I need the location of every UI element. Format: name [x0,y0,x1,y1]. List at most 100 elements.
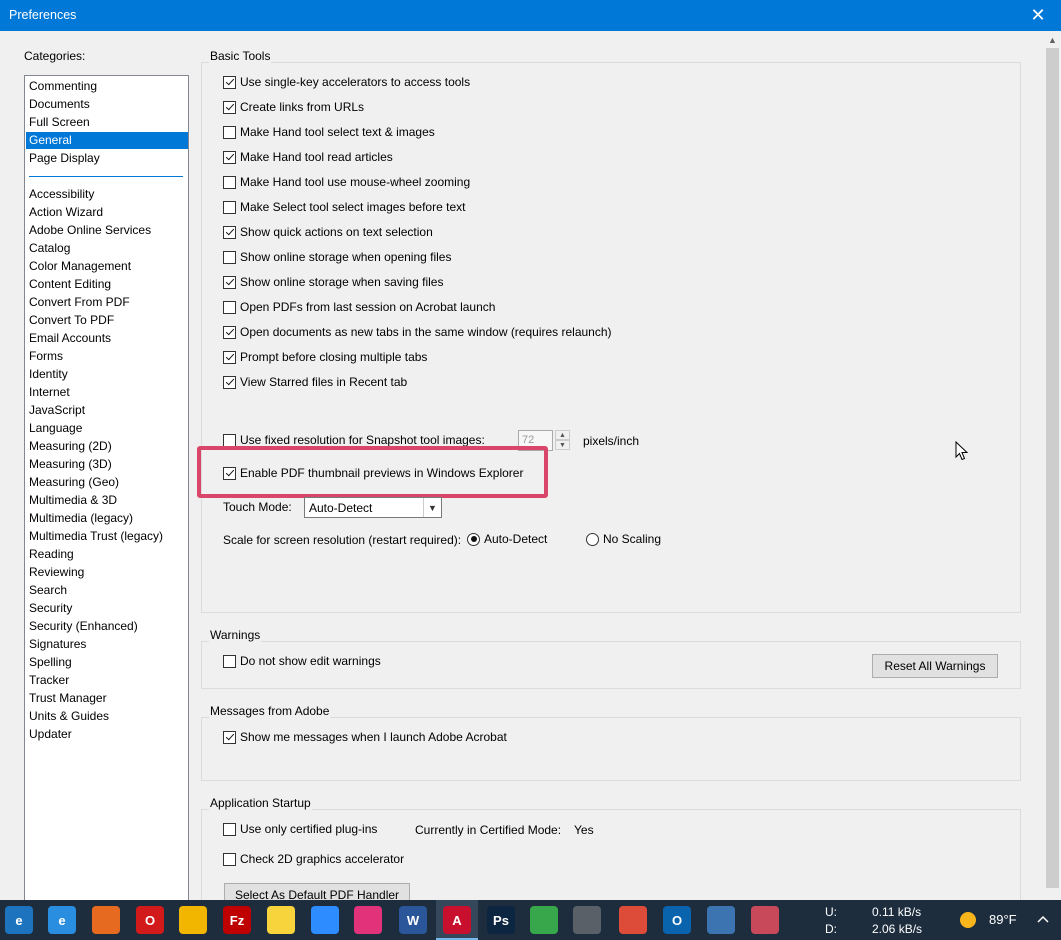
checkbox-checked-icon[interactable] [223,350,236,364]
basic-option-checkbox[interactable]: View Starred files in Recent tab [223,374,407,390]
fixed-resolution-box[interactable] [223,433,236,447]
sticky-notes-icon[interactable] [267,906,295,934]
checkbox-checked-icon[interactable] [223,100,236,114]
creative-cloud-icon[interactable] [354,906,382,934]
outlook-icon[interactable]: O [663,906,691,934]
category-signatures[interactable]: Signatures [26,636,188,653]
category-documents[interactable]: Documents [26,96,188,113]
basic-option-checkbox[interactable]: Create links from URLs [223,99,364,115]
category-email-accounts[interactable]: Email Accounts [26,330,188,347]
reset-warnings-button[interactable]: Reset All Warnings [872,654,998,678]
category-action-wizard[interactable]: Action Wizard [26,204,188,221]
category-reading[interactable]: Reading [26,546,188,563]
basic-option-checkbox[interactable]: Make Hand tool select text & images [223,124,435,140]
category-javascript[interactable]: JavaScript [26,402,188,419]
opera-icon[interactable]: O [136,906,164,934]
close-icon[interactable]: ✕ [1015,0,1061,31]
category-adobe-online-services[interactable]: Adobe Online Services [26,222,188,239]
checkbox-checked-icon[interactable] [223,325,236,339]
category-content-editing[interactable]: Content Editing [26,276,188,293]
weather-temperature[interactable]: 89°F [989,912,1017,927]
basic-option-checkbox[interactable]: Show quick actions on text selection [223,224,433,240]
checkbox-checked-icon[interactable] [223,225,236,239]
edit-warnings-box[interactable] [223,654,236,668]
category-trust-manager[interactable]: Trust Manager [26,690,188,707]
category-multimedia-legacy[interactable]: Multimedia (legacy) [26,510,188,527]
radio-unselected-icon[interactable] [586,532,599,546]
touch-mode-select[interactable]: Auto-Detect ▼ [304,497,442,518]
scale-auto-radio[interactable]: Auto-Detect [467,531,547,547]
resolution-spinner[interactable]: ▲ ▼ [555,430,570,451]
chrome-icon[interactable] [619,906,647,934]
category-accessibility[interactable]: Accessibility [26,186,188,203]
certified-plugins-box[interactable] [223,822,236,836]
category-search[interactable]: Search [26,582,188,599]
checkbox-unchecked-icon[interactable] [223,175,236,189]
category-units-guides[interactable]: Units & Guides [26,708,188,725]
basic-option-checkbox[interactable]: Make Select tool select images before te… [223,199,465,215]
category-language[interactable]: Language [26,420,188,437]
graphics-accelerator-box[interactable] [223,852,236,866]
categories-list[interactable]: Commenting Documents Full Screen General Pag… [24,75,189,905]
graphics-accelerator-checkbox[interactable]: Check 2D graphics accelerator [223,851,404,867]
checkbox-checked-icon[interactable] [223,75,236,89]
word-icon[interactable]: W [399,906,427,934]
audio-tool-icon[interactable] [707,906,735,934]
category-measuring-3d[interactable]: Measuring (3D) [26,456,188,473]
sun-icon[interactable] [958,910,978,930]
edge-icon[interactable]: e [48,906,76,934]
category-security[interactable]: Security [26,600,188,617]
certified-plugins-checkbox[interactable]: Use only certified plug-ins [223,821,377,837]
category-multimedia-trust-legacy[interactable]: Multimedia Trust (legacy) [26,528,188,545]
default-handler-button[interactable]: Select As Default PDF Handler [224,883,410,902]
checkbox-unchecked-icon[interactable] [223,200,236,214]
category-measuring-geo[interactable]: Measuring (Geo) [26,474,188,491]
edit-warnings-checkbox[interactable]: Do not show edit warnings [223,653,381,669]
filezilla-icon[interactable]: Fz [223,906,251,934]
basic-option-checkbox[interactable]: Show online storage when opening files [223,249,451,265]
basic-option-checkbox[interactable]: Make Hand tool use mouse-wheel zooming [223,174,470,190]
category-updater[interactable]: Updater [26,726,188,743]
firefox-icon[interactable] [92,906,120,934]
recorder-icon[interactable] [751,906,779,934]
category-identity[interactable]: Identity [26,366,188,383]
spin-up-icon[interactable]: ▲ [555,430,570,440]
category-full-screen[interactable]: Full Screen [26,114,188,131]
category-commenting[interactable]: Commenting [26,78,188,95]
speaker-icon[interactable] [573,906,601,934]
edge-beta-icon[interactable] [530,906,558,934]
scroll-up-icon[interactable]: ▲ [1044,31,1061,48]
adobe-messages-checkbox[interactable]: Show me messages when I launch Adobe Acr… [223,729,507,745]
category-convert-to-pdf[interactable]: Convert To PDF [26,312,188,329]
acrobat-icon[interactable]: A [443,906,471,934]
category-tracker[interactable]: Tracker [26,672,188,689]
category-measuring-2d[interactable]: Measuring (2D) [26,438,188,455]
basic-option-checkbox[interactable]: Prompt before closing multiple tabs [223,349,427,365]
adobe-messages-box[interactable] [223,730,236,744]
category-general[interactable]: General [26,132,188,149]
category-reviewing[interactable]: Reviewing [26,564,188,581]
basic-option-checkbox[interactable]: Make Hand tool read articles [223,149,393,165]
internet-explorer-icon[interactable]: e [5,906,33,934]
checkbox-unchecked-icon[interactable] [223,125,236,139]
checkbox-checked-icon[interactable] [223,150,236,164]
category-convert-from-pdf[interactable]: Convert From PDF [26,294,188,311]
scroll-thumb[interactable] [1046,48,1059,888]
checkbox-checked-icon[interactable] [223,375,236,389]
category-forms[interactable]: Forms [26,348,188,365]
category-spelling[interactable]: Spelling [26,654,188,671]
basic-option-checkbox[interactable]: Open PDFs from last session on Acrobat l… [223,299,495,315]
radio-selected-icon[interactable] [467,532,480,546]
zoom-icon[interactable] [311,906,339,934]
category-catalog[interactable]: Catalog [26,240,188,257]
checkbox-unchecked-icon[interactable] [223,300,236,314]
checkbox-unchecked-icon[interactable] [223,250,236,264]
basic-option-checkbox[interactable]: Open documents as new tabs in the same w… [223,324,612,340]
file-explorer-icon[interactable] [179,906,207,934]
photoshop-icon[interactable]: Ps [487,906,515,934]
checkbox-checked-icon[interactable] [223,275,236,289]
category-multimedia-3d[interactable]: Multimedia & 3D [26,492,188,509]
category-color-management[interactable]: Color Management [26,258,188,275]
chevron-up-icon[interactable] [1036,912,1050,928]
chevron-down-icon[interactable]: ▼ [423,498,441,517]
